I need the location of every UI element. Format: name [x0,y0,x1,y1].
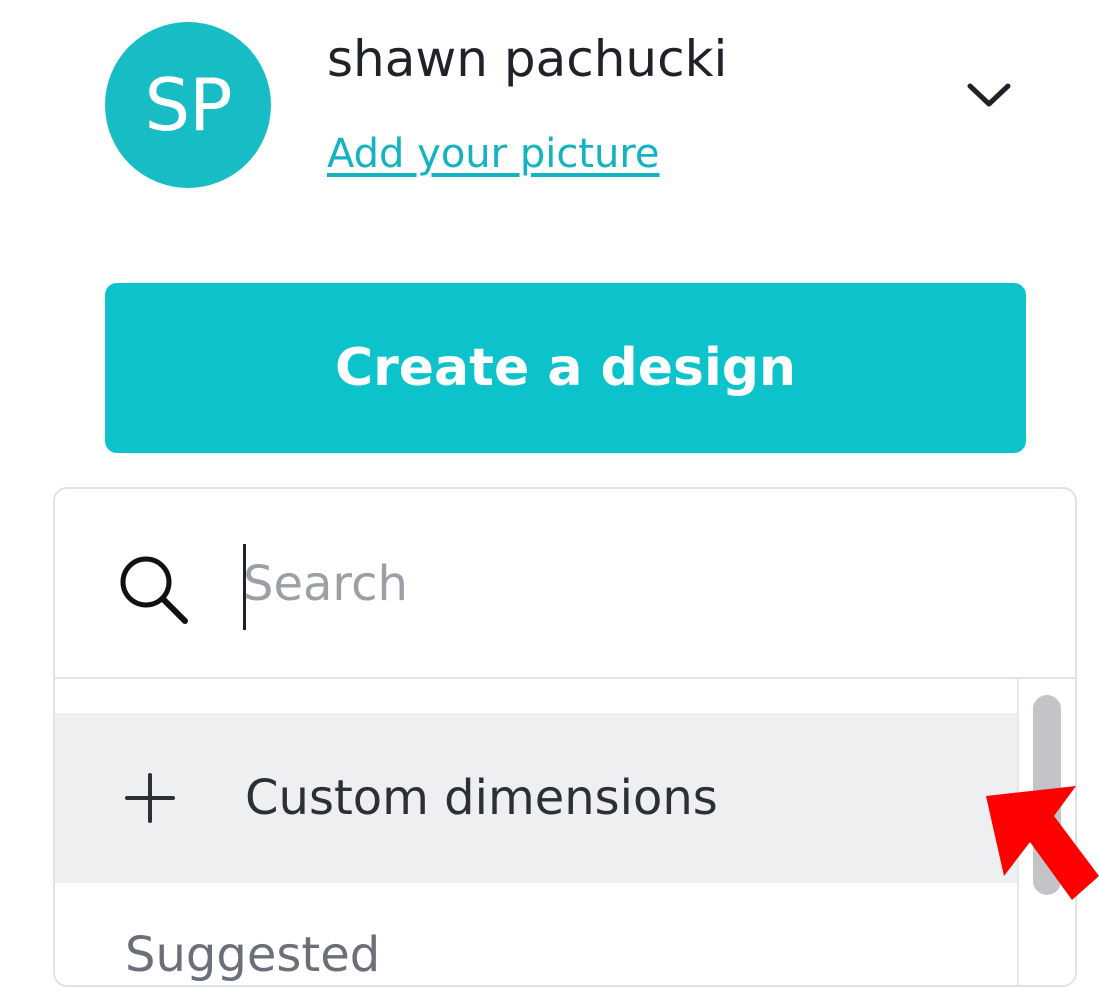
chevron-down-icon[interactable] [966,80,1012,110]
suggested-heading: Suggested [125,927,381,983]
search-row [55,489,1075,679]
avatar[interactable]: SP [105,22,271,188]
red-arrow-icon [986,786,1099,900]
design-type-list: Custom dimensions Suggested [55,679,1075,985]
search-input[interactable] [243,547,1023,621]
create-design-button[interactable]: Create a design [105,283,1026,453]
create-design-dropdown: Custom dimensions Suggested [53,487,1077,987]
add-picture-link[interactable]: Add your picture [327,128,660,180]
search-icon [120,556,188,624]
custom-dimensions-item[interactable]: Custom dimensions [55,713,1017,883]
text-cursor [243,544,246,630]
plus-icon [125,773,175,823]
custom-dimensions-label: Custom dimensions [245,770,718,826]
user-name: shawn pachucki [327,30,728,88]
